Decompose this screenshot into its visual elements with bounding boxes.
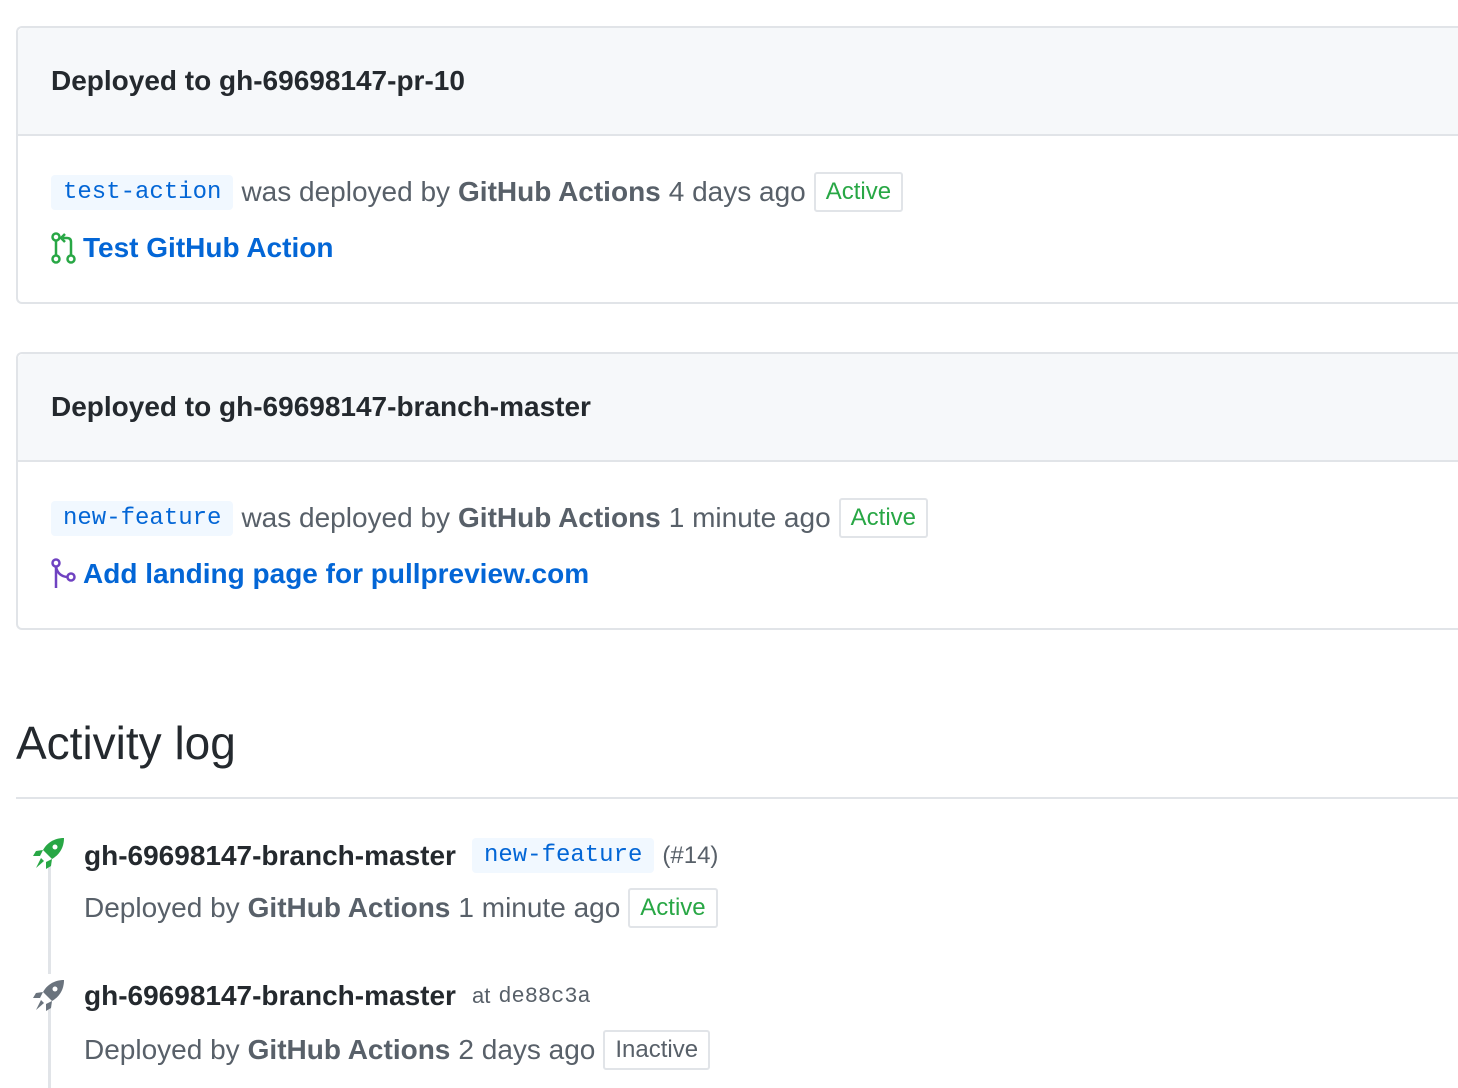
activity-entry-header: gh-69698147-branch-master at de88c3a (84, 980, 591, 1012)
divider (16, 797, 1458, 799)
environment-name[interactable]: gh-69698147-branch-master (84, 980, 456, 1012)
deployed-by-text: Deployed by (84, 892, 240, 923)
deployed-by-text: Deployed by (84, 1034, 240, 1065)
activity-entry-details: Deployed by GitHub Actions 1 minute ago … (84, 888, 718, 928)
activity-entry-details: Deployed by GitHub Actions 2 days ago In… (84, 1030, 711, 1070)
merged-icon (51, 558, 77, 590)
deployed-time: 4 days ago (668, 176, 806, 207)
environment-name[interactable]: gh-69698147-branch-master (84, 840, 456, 872)
pull-request-number[interactable]: (#14) (662, 842, 718, 870)
deployed-by-text: was deployed by (241, 502, 451, 533)
deployed-time: 1 minute ago (458, 892, 621, 923)
deployment-card-body: test-action was deployed by GitHub Actio… (18, 136, 1458, 302)
actor-name[interactable]: GitHub Actions (458, 502, 661, 534)
status-badge: Active (838, 498, 928, 538)
pull-request-icon (51, 232, 77, 264)
activity-log-title: Activity log (16, 717, 236, 769)
activity-entry-header: gh-69698147-branch-master new-feature (#… (84, 838, 718, 873)
actor-name[interactable]: GitHub Actions (248, 892, 451, 924)
rocket-icon (32, 978, 66, 1017)
deployment-card: Deployed to gh-69698147-branch-master ne… (16, 352, 1458, 630)
deployment-summary: new-feature was deployed by GitHub Actio… (51, 498, 928, 538)
deployment-title: Deployed to gh-69698147-pr-10 (51, 65, 465, 96)
deployed-by-text: was deployed by (241, 176, 451, 207)
at-label: at (471, 983, 491, 1008)
branch-ref[interactable]: new-feature (471, 838, 655, 873)
status-badge: Inactive (603, 1030, 711, 1070)
deployment-link-row: Add landing page for pullpreview.com (51, 558, 589, 590)
timeline-line (48, 866, 51, 974)
actor-name[interactable]: GitHub Actions (248, 1034, 451, 1066)
commit-sha[interactable]: de88c3a (498, 984, 590, 1009)
rocket-icon (32, 836, 66, 875)
timeline-line (48, 1008, 51, 1088)
branch-ref[interactable]: new-feature (51, 500, 234, 536)
status-badge: Active (628, 888, 718, 928)
deployment-link[interactable]: Add landing page for pullpreview.com (83, 558, 589, 590)
deployment-card-header: Deployed to gh-69698147-branch-master (18, 354, 1458, 462)
branch-ref[interactable]: test-action (51, 174, 234, 210)
deployment-card-header: Deployed to gh-69698147-pr-10 (18, 28, 1458, 136)
deployment-link-row: Test GitHub Action (51, 232, 333, 264)
deployed-time: 2 days ago (458, 1034, 596, 1065)
status-badge: Active (813, 172, 904, 212)
deployment-title: Deployed to gh-69698147-branch-master (51, 391, 591, 422)
deployed-time: 1 minute ago (668, 502, 831, 533)
deployment-summary: test-action was deployed by GitHub Actio… (51, 172, 904, 212)
deployment-link[interactable]: Test GitHub Action (83, 232, 333, 264)
deployment-card-body: new-feature was deployed by GitHub Actio… (18, 462, 1458, 628)
deployment-card: Deployed to gh-69698147-pr-10 test-actio… (16, 26, 1458, 304)
actor-name[interactable]: GitHub Actions (458, 176, 661, 208)
